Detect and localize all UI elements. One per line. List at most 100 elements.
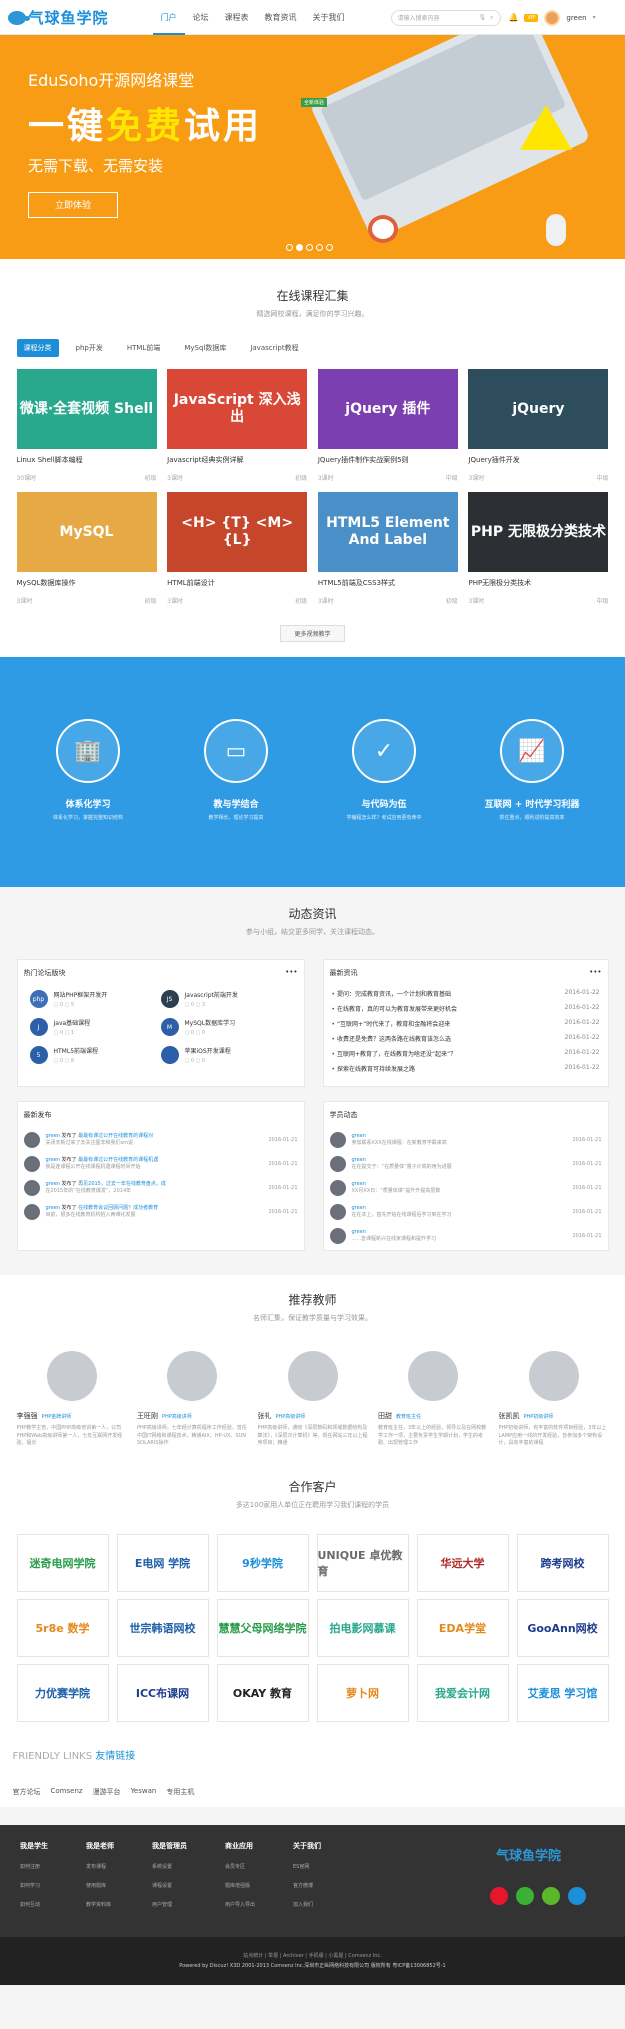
post-title[interactable]: 最最有课过公开在线教育的课程机遇: [78, 1157, 158, 1163]
forum-name[interactable]: 网站PHP框架开发开: [54, 990, 108, 999]
course-title[interactable]: MySQL数据库操作: [17, 578, 157, 588]
chevron-down-icon[interactable]: ▾: [593, 14, 596, 21]
post-item[interactable]: green 发布了 最最有课过公开在线教育的课程机遇 我是连课程公开在线课程机遇课…: [18, 1152, 304, 1176]
avatar[interactable]: [329, 1228, 346, 1244]
activity-item[interactable]: green 在在本上，首先开始在线课程后学习到在学习 2016-01-21: [324, 1200, 608, 1224]
teacher-card[interactable]: 李强强 PHP金牌讲师 PHP教学主管，中国PHP高级培训第一人，公司PHP和Web…: [17, 1351, 127, 1448]
carousel-dot[interactable]: [296, 244, 303, 251]
avatar[interactable]: [23, 1180, 40, 1196]
carousel-dot[interactable]: [326, 244, 333, 251]
customer-logo[interactable]: 迷奇电网学院: [16, 1533, 109, 1592]
customer-logo[interactable]: GooAnn网校: [516, 1598, 609, 1657]
customer-logo[interactable]: UNIQUE 卓优教育: [316, 1533, 409, 1592]
footer-link[interactable]: 系统设置: [152, 1863, 187, 1870]
post-item[interactable]: green 发布了 在线教育会议回顾问题？成功者教育 目前，很多在线教育机构陷入两…: [18, 1200, 304, 1224]
news-title[interactable]: 探索在线教育可持续发展之路: [332, 1064, 415, 1073]
course-title[interactable]: HTML5前端及CSS3样式: [318, 578, 458, 588]
footer-link[interactable]: 题库增强版: [225, 1882, 255, 1889]
teacher-card[interactable]: 田甜 教育班主任 教育班主任，3年以上的经验，领导以及在网校教学工作一项，主要负责学…: [378, 1351, 488, 1448]
avatar[interactable]: [329, 1132, 346, 1148]
tab-php[interactable]: php开发: [69, 339, 110, 357]
teacher-photo[interactable]: [408, 1351, 458, 1401]
footer-link[interactable]: 加入我们: [293, 1901, 321, 1908]
forum-item[interactable]: M MySQL数据库学习 ▢ 0 ▢ 0: [160, 1018, 292, 1036]
footer-link[interactable]: ES官网: [293, 1863, 321, 1870]
try-now-button[interactable]: 立即体验: [28, 192, 118, 218]
course-title[interactable]: PHP无限极分类技术: [468, 578, 608, 588]
forum-item[interactable]: php 网站PHP框架开发开 ▢ 0 ▢ 5: [29, 990, 161, 1008]
teacher-name[interactable]: 张凯凯 PHP初级讲师: [499, 1411, 609, 1421]
news-title[interactable]: 在线教育，真的可以为教育发展带来更好机会: [332, 1004, 457, 1013]
search-input[interactable]: 请输入搜索内容 🎙 ⌕: [390, 9, 501, 26]
site-logo[interactable]: 气球鱼学院: [7, 7, 143, 28]
news-title[interactable]: 收费还是免费？这两条路在线教育该怎么选: [332, 1034, 451, 1043]
nav-schedule[interactable]: 课程表: [217, 0, 257, 35]
post-user[interactable]: green: [46, 1133, 60, 1139]
post-title[interactable]: 在线教育会议回顾问题？成功者教育: [78, 1205, 158, 1211]
news-title[interactable]: “互联网+”时代来了，教育和金融将会迎来: [332, 1019, 450, 1028]
activity-user[interactable]: green: [352, 1181, 366, 1187]
news-title[interactable]: 互联网+教育了，在线教育为啥还没“起来”？: [332, 1049, 456, 1058]
mic-icon[interactable]: 🎙: [479, 14, 487, 21]
activity-user[interactable]: green: [352, 1205, 366, 1211]
forum-name[interactable]: HTML5前端课程: [54, 1046, 99, 1055]
post-item[interactable]: green 发布了 最最有课过公开在线教育的课程对 关闭天新过来了去关注图非和我们…: [18, 1128, 304, 1152]
tab-javascript[interactable]: Javascript教程: [243, 339, 305, 357]
customer-logo[interactable]: 艾麦思 学习馆: [516, 1663, 609, 1722]
footer-link[interactable]: 用户导入导出: [225, 1901, 255, 1908]
more-dots-icon[interactable]: •••: [589, 968, 601, 978]
teacher-card[interactable]: 张礼 PHP高级讲师 PHP高级讲师，通晓《深层数码和领域数据结构及算法》，《深层次…: [258, 1351, 368, 1448]
activity-user[interactable]: green: [352, 1157, 366, 1163]
forum-item[interactable]: JS Javascript前端开发 ▢ 0 ▢ 3: [160, 990, 292, 1008]
course-title[interactable]: HTML前端设计: [167, 578, 307, 588]
teacher-card[interactable]: 张凯凯 PHP初级讲师 PHP初级讲师，有丰富的软件项目经验，3年以上LAMP应用一…: [499, 1351, 609, 1448]
friendly-link[interactable]: 官方论坛: [13, 1787, 41, 1797]
more-courses-button[interactable]: 更多视频教学: [280, 625, 345, 642]
news-item[interactable]: 探索在线教育可持续发展之路 2016-01-22: [324, 1061, 608, 1076]
course-card[interactable]: <H> {T} <M> {L} HTML前端设计 3课时 初级: [167, 492, 308, 605]
customer-logo[interactable]: 力优赛学院: [16, 1663, 109, 1722]
android-icon[interactable]: [542, 1886, 560, 1905]
activity-item[interactable]: green ......音课程新兴在线家课程和提升学习 2016-01-21: [324, 1224, 608, 1248]
teacher-name[interactable]: 田甜 教育班主任: [378, 1411, 488, 1421]
nav-about[interactable]: 关于我们: [305, 0, 353, 35]
course-card[interactable]: PHP 无限极分类技术 PHP无限极分类技术 3课时 中级: [468, 492, 609, 605]
customer-logo[interactable]: ICC布课网: [116, 1663, 209, 1722]
friendly-link[interactable]: Yeswan: [131, 1787, 157, 1797]
customer-logo[interactable]: 跨考网校: [516, 1533, 609, 1592]
course-title[interactable]: Javascript经典实例详解: [167, 455, 307, 465]
customer-logo[interactable]: 华远大学: [416, 1533, 509, 1592]
customer-logo[interactable]: 世宗韩语网校: [116, 1598, 209, 1657]
footer-link[interactable]: 使用题库: [86, 1882, 114, 1889]
activity-item[interactable]: green 参加联系XXX在线课程：在新教育学联来高 2016-01-21: [324, 1128, 608, 1152]
post-user[interactable]: green: [46, 1181, 60, 1187]
carousel-dot[interactable]: [306, 244, 313, 251]
news-item[interactable]: 提问：完成教育资讯，一个计划和教育基础 2016-01-22: [324, 986, 608, 1001]
avatar[interactable]: [329, 1156, 346, 1172]
course-card[interactable]: MySQL MySQL数据库操作 3课时 初级: [16, 492, 157, 605]
footer-logo[interactable]: 气球鱼学院: [496, 1845, 561, 1864]
forum-name[interactable]: MySQL数据库学习: [185, 1018, 236, 1027]
customer-logo[interactable]: 9秒学院: [216, 1533, 309, 1592]
customer-logo[interactable]: EDA学堂: [416, 1598, 509, 1657]
customer-logo[interactable]: 慧慧父母网络学院: [216, 1598, 309, 1657]
teacher-photo[interactable]: [167, 1351, 217, 1401]
username[interactable]: green: [566, 14, 586, 22]
footer-link[interactable]: 发布课程: [86, 1863, 114, 1870]
customer-logo[interactable]: 萝卜网: [316, 1663, 409, 1722]
activity-item[interactable]: green 在在提交于：“在质量体”量子计高的用为进展 2016-01-21: [324, 1152, 608, 1176]
footer-link[interactable]: 官方微博: [293, 1882, 321, 1889]
footer-link[interactable]: 课程设置: [152, 1882, 187, 1889]
forum-item[interactable]: 苹果iOS开发课程 ▢ 0 ▢ 0: [160, 1046, 292, 1064]
forum-name[interactable]: Java基础课程: [54, 1018, 91, 1027]
footer-link[interactable]: 如何注册: [20, 1863, 48, 1870]
post-title[interactable]: 再见2015，过去一年在线教育盘点，成: [78, 1181, 166, 1187]
news-item[interactable]: “互联网+”时代来了，教育和金融将会迎来 2016-01-22: [324, 1016, 608, 1031]
post-title[interactable]: 最最有课过公开在线教育的课程对: [78, 1133, 153, 1139]
customer-logo[interactable]: 5r8e 数学: [16, 1598, 109, 1657]
vip-badge[interactable]: VIP: [524, 13, 539, 22]
post-user[interactable]: green: [46, 1205, 60, 1211]
avatar[interactable]: [23, 1132, 40, 1148]
teacher-photo[interactable]: [287, 1351, 338, 1401]
course-title[interactable]: JQuery插件制作实战案例5则: [318, 455, 458, 465]
